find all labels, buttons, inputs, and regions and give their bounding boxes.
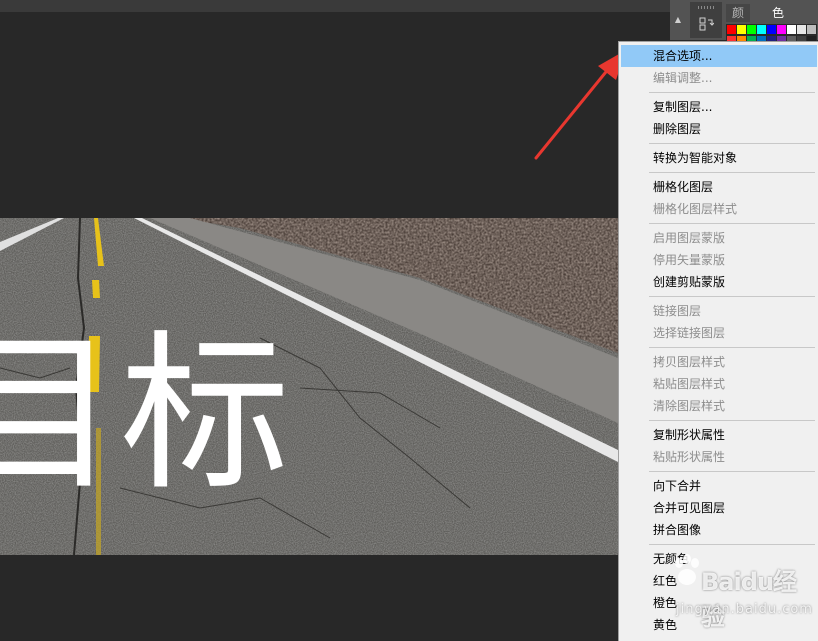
color-swatch[interactable] [806, 24, 817, 35]
collapse-panels-icon[interactable]: ▲ [672, 14, 684, 26]
menu-item[interactable]: 无颜色 [621, 548, 817, 570]
layer-context-menu: 混合选项... 编辑调整... 复制图层... 删除图层转换为智能对象 栅格化图层栅格化… [618, 41, 818, 641]
menu-item[interactable]: 合并可见图层 [621, 497, 817, 519]
annotation-arrow [534, 50, 626, 160]
canvas-text-char-1: 目 [0, 316, 119, 514]
menu-item: 拷贝图层样式 [653, 355, 726, 369]
menu-item: 编辑调整... [653, 71, 713, 85]
menu-item[interactable]: 删除图层 [621, 118, 817, 140]
menu-item[interactable]: 拼合图像 [621, 519, 817, 541]
menu-item[interactable]: 向下合并 [621, 475, 817, 497]
menu-separator [649, 347, 815, 348]
menu-separator [649, 471, 815, 472]
document-canvas[interactable]: 目 标 [0, 218, 618, 555]
swatch-grid [726, 24, 818, 46]
menu-item: 栅格化图层样式 [653, 202, 738, 216]
menu-item[interactable]: 转换为智能对象 [621, 147, 817, 169]
menu-separator [649, 544, 815, 545]
canvas-text-char-2: 标 [120, 316, 291, 514]
menu-item[interactable]: 黄色 [621, 614, 817, 636]
menu-item: 启用图层蒙版 [653, 231, 726, 245]
menu-separator [649, 143, 815, 144]
drag-grip-icon[interactable] [698, 6, 714, 9]
tab-color[interactable]: 颜色 [726, 4, 751, 38]
menu-item[interactable]: 红色 [621, 570, 817, 592]
menu-separator [649, 92, 815, 93]
menu-item[interactable]: 栅格化图层 [621, 176, 817, 198]
menu-separator [649, 172, 815, 173]
menu-item[interactable]: 橙色 [621, 592, 817, 614]
menu-separator [649, 420, 815, 421]
tab-swatches[interactable]: 色板 [766, 4, 791, 38]
menu-item[interactable]: 复制图层... [621, 96, 817, 118]
menu-item[interactable]: 复制形状属性 [621, 424, 817, 446]
menu-item: 粘贴形状属性 [653, 450, 726, 464]
menu-item[interactable]: 创建剪贴蒙版 [621, 271, 817, 293]
menu-separator [649, 223, 815, 224]
menu-item: 链接图层 [653, 304, 702, 318]
menu-item: 选择链接图层 [653, 326, 726, 340]
mini-toolbox [690, 2, 722, 38]
menu-item: 清除图层样式 [653, 399, 726, 413]
swap-tool-icon[interactable] [698, 16, 714, 32]
menu-item: 粘贴图层样式 [653, 377, 726, 391]
menu-item[interactable]: 混合选项... [621, 45, 817, 67]
menu-separator [649, 296, 815, 297]
menu-item: 停用矢量蒙版 [653, 253, 726, 267]
